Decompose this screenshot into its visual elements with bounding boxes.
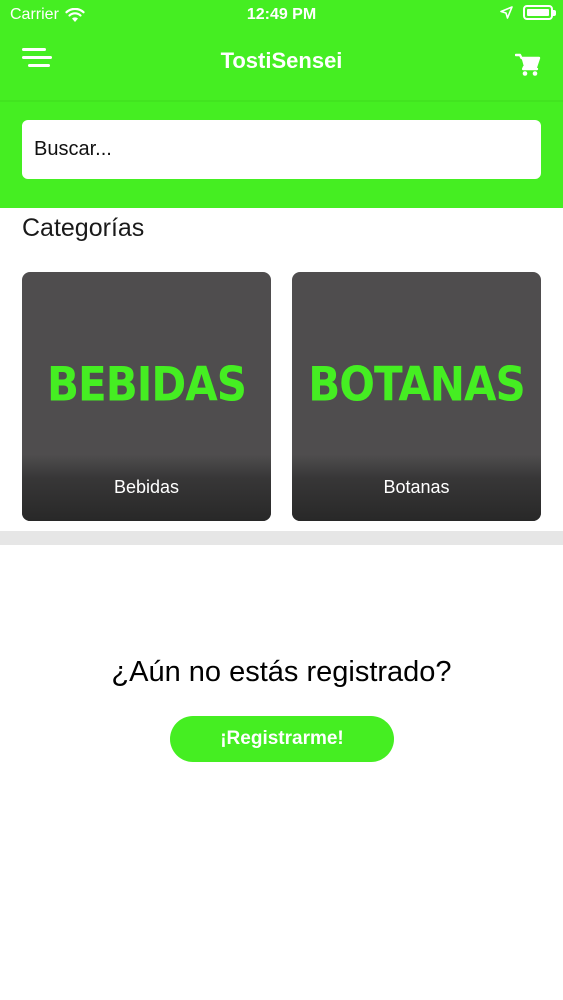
nav-divider bbox=[0, 100, 563, 102]
register-question: ¿Aún no estás registrado? bbox=[111, 656, 452, 688]
register-button[interactable]: ¡Registrarme! bbox=[170, 716, 394, 762]
category-card-bebidas[interactable]: BEBIDAS Bebidas bbox=[22, 272, 271, 521]
status-bar: Carrier 12:49 PM bbox=[0, 0, 563, 30]
category-image-text: BOTANAS bbox=[308, 357, 526, 412]
location-arrow-icon bbox=[500, 6, 513, 19]
app-title: TostiSensei bbox=[220, 48, 343, 73]
status-time: 12:49 PM bbox=[246, 6, 317, 23]
section-separator bbox=[0, 531, 563, 545]
cart-icon[interactable] bbox=[514, 52, 541, 78]
category-image-text: BEBIDAS bbox=[47, 357, 247, 412]
battery-icon bbox=[523, 5, 556, 20]
navigation-bar: TostiSensei bbox=[0, 30, 563, 100]
categories-title: Categorías bbox=[22, 214, 145, 242]
search-input[interactable] bbox=[22, 120, 541, 179]
category-card-botanas[interactable]: BOTANAS Botanas bbox=[292, 272, 541, 521]
status-right bbox=[500, 5, 556, 20]
category-label: Botanas bbox=[383, 477, 450, 497]
category-label: Bebidas bbox=[113, 477, 180, 497]
